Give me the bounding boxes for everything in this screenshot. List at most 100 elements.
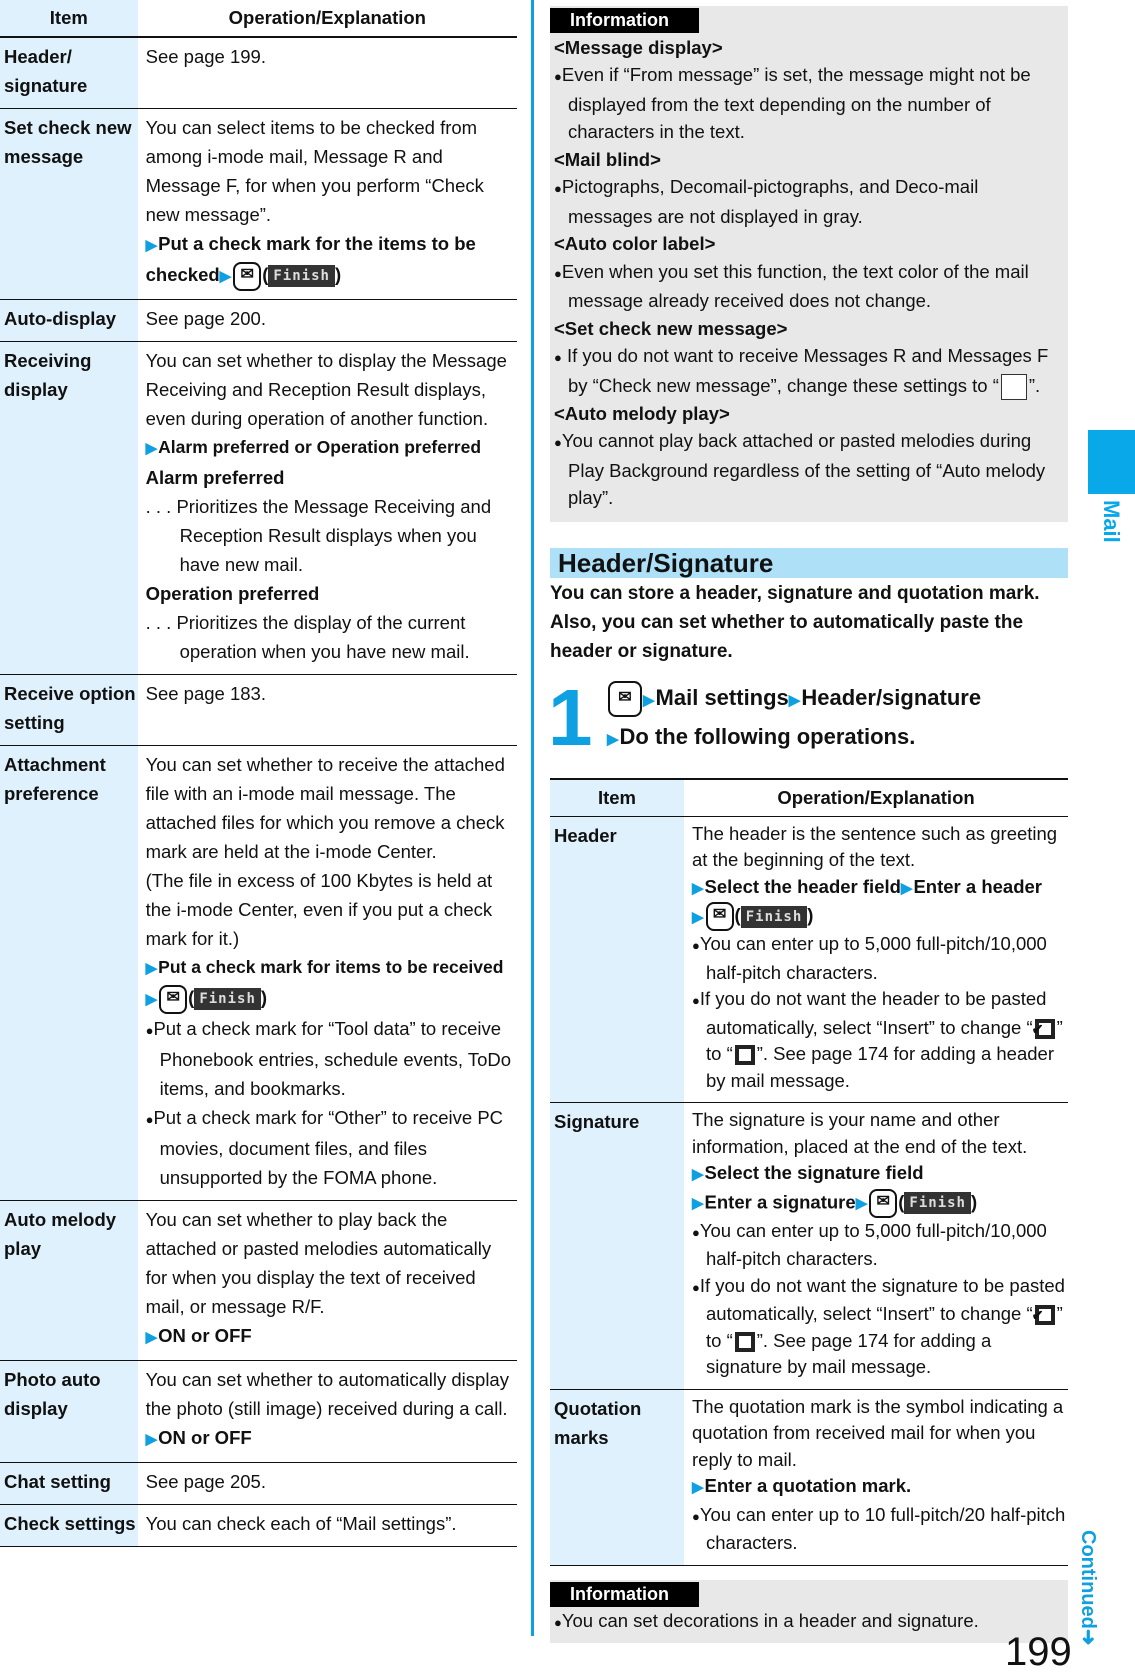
header-signature-table: Item Operation/Explanation Header The he…	[550, 777, 1068, 1566]
row-text: The header is the sentence such as greet…	[692, 822, 1058, 871]
row-text: See page 200.	[145, 308, 266, 329]
info-section-title: <Auto color label>	[554, 233, 716, 254]
row-text: The quotation mark is the symbol indicat…	[692, 1395, 1064, 1470]
arrow-icon: ▶	[145, 237, 158, 254]
info-text: If you do not want to receive Messages R…	[561, 345, 1049, 396]
operation-step: Enter a signature	[704, 1191, 856, 1212]
bullet-text: You can enter up to 5,000 full-pitch/10,…	[699, 933, 1047, 983]
continued-arrow-icon: ➜	[1077, 1628, 1099, 1646]
row-text: See page 199.	[145, 46, 266, 67]
table-row: Receive option setting See page 183.	[0, 674, 517, 746]
bullet-text: Put a check mark for “Tool data” to rece…	[153, 1018, 512, 1099]
col-header-item: Item	[0, 0, 138, 37]
row-cell: The header is the sentence such as greet…	[684, 816, 1068, 1103]
row-item: Check settings	[0, 1504, 138, 1547]
bullet-text: If you do not want the signature to be p…	[699, 1274, 1065, 1325]
row-item: Header/ signature	[0, 37, 138, 109]
bullet-icon: ●	[554, 1615, 562, 1631]
finish-softkey-icon: Finish	[268, 265, 335, 288]
table-row: Attachment preference You can set whethe…	[0, 745, 517, 1201]
mail-key-icon: ✉	[705, 902, 734, 932]
table-row: Set check new message You can select ite…	[0, 108, 517, 300]
row-item: Photo auto display	[0, 1360, 138, 1463]
bullet-text: Put a check mark for “Other” to receive …	[153, 1107, 504, 1188]
arrow-icon: ▶	[692, 908, 704, 926]
step-1: 1 ✉ ▶Mail settings▶Header/signature ▶Do t…	[548, 672, 1068, 762]
row-item: Header	[550, 816, 684, 1103]
mail-key-icon: ✉	[233, 261, 262, 291]
info-text: Even if “From message” is set, the messa…	[561, 64, 1031, 142]
row-item: Quotation marks	[550, 1389, 684, 1566]
left-column: Item Operation/Explanation Header/ signa…	[0, 0, 517, 1547]
arrow-icon: ▶	[855, 1195, 868, 1212]
row-cell: You can select items to be checked from …	[138, 109, 517, 300]
info-section-title: <Auto melody play>	[554, 402, 730, 424]
arrow-icon: ▶	[692, 879, 704, 897]
table-row: Receiving display You can set whether to…	[0, 341, 517, 675]
operation-step: Enter a quotation mark.	[704, 1475, 912, 1497]
page-number: 199	[1005, 1630, 1072, 1674]
row-text: You can set whether to play back the att…	[145, 1209, 492, 1317]
row-item: Auto melody play	[0, 1200, 138, 1361]
option-label: Operation preferred	[145, 583, 320, 604]
col-header-operation: Operation/Explanation	[777, 786, 975, 808]
bullet-icon: ●	[554, 350, 562, 365]
bullet-icon: ●	[554, 265, 562, 281]
option-desc: . . . Prioritizes the Message Receiving …	[145, 496, 492, 575]
continued-text: Continued	[1077, 1530, 1099, 1629]
arrow-icon: ▶	[692, 1195, 704, 1212]
information-box: Information <Message display> ●Even if “…	[550, 6, 1068, 522]
info-section-title: <Mail blind>	[554, 148, 661, 170]
row-item: Auto-display	[0, 299, 138, 342]
arrow-icon: ▶	[145, 1329, 158, 1346]
info-text-end: ”.	[1028, 374, 1041, 396]
operation-step: Select the signature field	[704, 1162, 924, 1184]
continued-label: Continued➜	[1076, 1530, 1100, 1646]
mail-settings-table: Item Operation/Explanation Header/ signa…	[0, 0, 517, 1547]
operation-step: ON or OFF	[158, 1427, 252, 1448]
row-cell: You can set whether to receive the attac…	[138, 746, 517, 1201]
arrow-icon: ▶	[643, 691, 655, 709]
arrow-icon: ▶	[900, 879, 913, 897]
bullet-icon: ●	[692, 1279, 700, 1295]
col-header-operation: Operation/Explanation	[228, 7, 426, 28]
bullet-icon: ●	[692, 938, 700, 954]
unchecked-box-icon	[734, 1331, 755, 1352]
info-text: Pictographs, Decomail-pictographs, and D…	[561, 176, 979, 227]
table-header-row: Item Operation/Explanation	[0, 0, 517, 37]
row-text-note: (The file in excess of 100 Kbytes is hel…	[145, 870, 493, 949]
table-row: Auto-display See page 200.	[0, 299, 517, 342]
option-label: Alarm preferred	[145, 467, 285, 488]
table-row: Check settings You can check each of “Ma…	[0, 1504, 517, 1547]
row-cell: You can set whether to automatically dis…	[138, 1361, 517, 1463]
table-row: Photo auto display You can set whether t…	[0, 1360, 517, 1463]
bullet-icon: ●	[692, 993, 700, 1009]
bullet-icon: ●	[692, 1508, 700, 1524]
information-tag: Information	[550, 8, 699, 33]
bullet-icon: ●	[554, 69, 562, 84]
column-divider	[531, 0, 534, 1636]
table-row: Quotation marks The quotation mark is th…	[550, 1389, 1068, 1566]
info-text: Even when you set this function, the tex…	[561, 260, 1029, 312]
bullet-text: If you do not want the header to be past…	[699, 988, 1047, 1038]
operation-step: Select the header field	[704, 875, 901, 897]
arrow-icon: ▶	[145, 991, 158, 1008]
row-text: You can select items to be checked from …	[145, 117, 484, 225]
mail-key-icon: ✉	[608, 680, 642, 717]
unchecked-box-icon	[734, 1045, 755, 1066]
step-number: 1	[548, 672, 593, 762]
step-part: Do the following operations.	[619, 723, 916, 749]
mail-key-icon: ✉	[159, 984, 188, 1014]
row-text: See page 205.	[145, 1471, 266, 1492]
finish-softkey-icon: Finish	[904, 1192, 971, 1215]
row-cell: The quotation mark is the symbol indicat…	[684, 1389, 1068, 1565]
info-text: You cannot play back attached or pasted …	[561, 430, 1046, 509]
finish-softkey-icon: Finish	[740, 905, 808, 928]
bullet-icon: ●	[554, 435, 562, 451]
arrow-icon: ▶	[692, 1166, 704, 1184]
row-text: You can check each of “Mail settings”.	[145, 1513, 457, 1534]
row-item: Chat setting	[0, 1462, 138, 1505]
info-section-title: <Message display>	[554, 36, 723, 58]
step-part: Header/signature	[801, 684, 982, 710]
arrow-icon: ▶	[145, 960, 158, 977]
